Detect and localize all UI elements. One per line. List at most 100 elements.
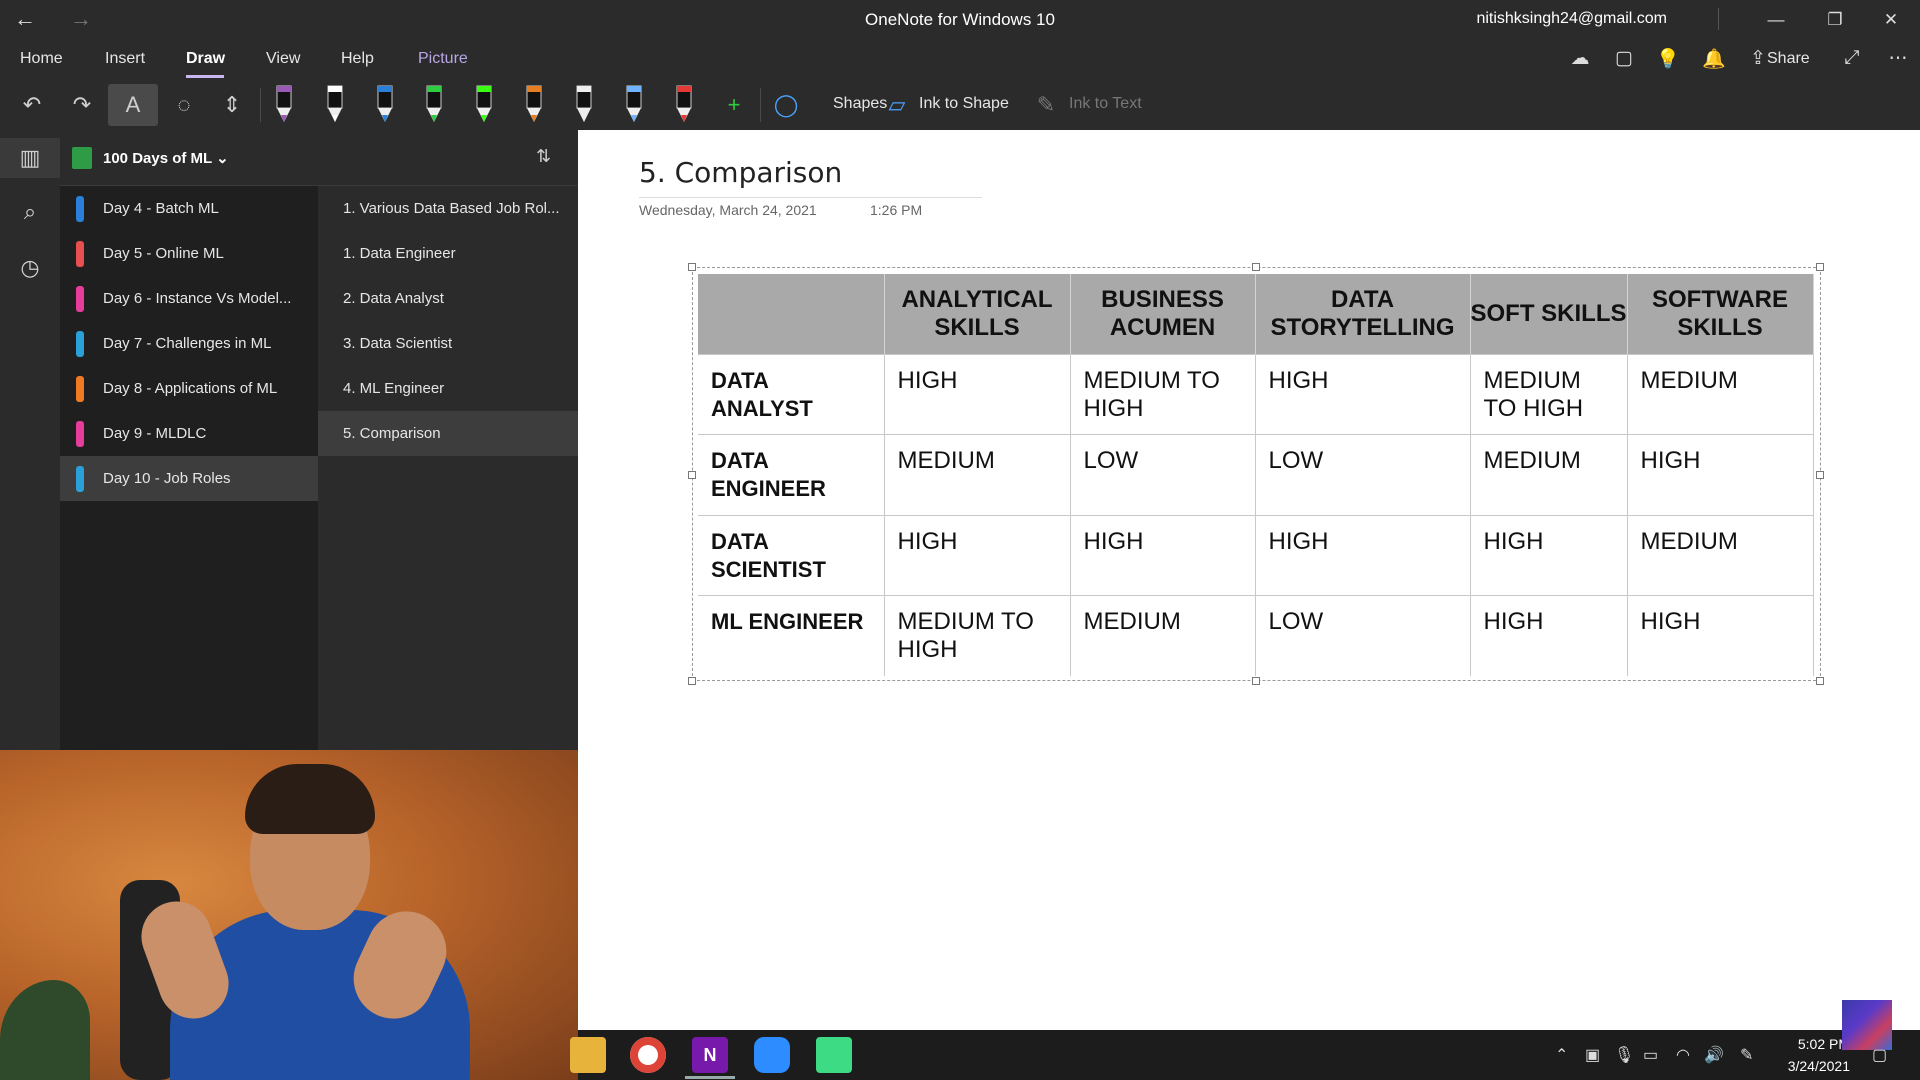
title-bar: ← → OneNote for Windows 10 nitishksingh2… (0, 0, 1920, 40)
page-label: 1. Various Data Based Job Rol... (343, 200, 560, 217)
clock-time[interactable]: 5:02 PM (1780, 1036, 1850, 1052)
minimize-button[interactable]: — (1753, 5, 1799, 35)
pen-tool[interactable] (422, 84, 446, 124)
bell-icon[interactable]: 🔔 (1700, 47, 1728, 73)
table-row: DATA SCIENTIST HIGH HIGH HIGH HIGH MEDIU… (698, 514, 1814, 596)
page-item[interactable]: 1. Various Data Based Job Rol... (318, 186, 578, 231)
table-header-cell: SOFTWARE SKILLS (1627, 274, 1814, 354)
type-select-icon[interactable]: A (108, 84, 158, 126)
tab-insert[interactable]: Insert (105, 50, 145, 68)
table-header-cell: SOFT SKILLS (1470, 274, 1628, 354)
pen-tool[interactable] (373, 84, 397, 124)
page-date: Wednesday, March 24, 2021 (639, 202, 817, 218)
section-item[interactable]: Day 6 - Instance Vs Model... (60, 276, 318, 321)
table-cell: HIGH (1254, 514, 1471, 596)
notebook-view-icon[interactable]: ▢ (1610, 47, 1638, 73)
notebook-name[interactable]: 100 Days of ML ⌄ (103, 149, 229, 167)
android-studio-icon[interactable] (816, 1037, 852, 1073)
resize-handle[interactable] (688, 471, 696, 479)
tab-help[interactable]: Help (341, 50, 374, 68)
microphone-icon[interactable]: 🎙 (1614, 1045, 1634, 1065)
battery-icon[interactable]: ▭ (1643, 1045, 1658, 1065)
section-item[interactable]: Day 10 - Job Roles (60, 456, 318, 501)
table-cell: HIGH (1626, 595, 1814, 676)
section-color-tab (76, 241, 84, 267)
redo-icon[interactable]: ↷ (66, 89, 98, 121)
fullscreen-icon[interactable]: ⤢ (1838, 47, 1866, 73)
add-space-icon[interactable]: ⇕ (216, 89, 248, 121)
page-item[interactable]: 5. Comparison (318, 411, 578, 456)
resize-handle[interactable] (688, 263, 696, 271)
page-item[interactable]: 1. Data Engineer (318, 231, 578, 276)
resize-handle[interactable] (688, 677, 696, 685)
page-title[interactable]: 5. Comparison (639, 156, 842, 189)
section-item[interactable]: Day 5 - Online ML (60, 231, 318, 276)
sort-pages-icon[interactable]: ⇅ (536, 146, 551, 167)
table-cell: MEDIUM TO HIGH (1469, 353, 1628, 435)
table-cell: MEDIUM (883, 434, 1071, 516)
tray-chevron-up-icon[interactable]: ⌃ (1555, 1045, 1568, 1065)
chrome-icon[interactable] (630, 1037, 666, 1073)
section-item[interactable]: Day 4 - Batch ML (60, 186, 318, 231)
tab-picture[interactable]: Picture (418, 50, 468, 68)
pen-tool[interactable] (272, 84, 296, 124)
clock-date[interactable]: 3/24/2021 (1770, 1058, 1850, 1074)
row-header-cell: ML ENGINEER (698, 595, 885, 676)
meet-now-icon[interactable]: ▣ (1585, 1045, 1600, 1065)
ink-to-shape-icon[interactable]: ▱ (881, 89, 913, 121)
pen-tool[interactable] (672, 84, 696, 124)
sync-icon[interactable]: ☁ (1566, 47, 1594, 73)
page-item[interactable]: 4. ML Engineer (318, 366, 578, 411)
lightbulb-icon[interactable]: 💡 (1654, 47, 1682, 73)
recent-clock-icon[interactable]: ◷ (14, 252, 46, 284)
shapes-button[interactable]: Shapes (833, 95, 887, 113)
ink-to-shape-button[interactable]: Ink to Shape (919, 95, 1009, 113)
section-item[interactable]: Day 8 - Applications of ML (60, 366, 318, 411)
tab-view[interactable]: View (266, 50, 300, 68)
tab-draw[interactable]: Draw (186, 50, 225, 68)
ink-to-text-icon: ✎ (1036, 92, 1056, 117)
search-icon[interactable]: ⌕ (14, 196, 46, 228)
pen-tool[interactable] (323, 84, 347, 124)
table-cell: MEDIUM (1626, 353, 1814, 435)
shapes-icon[interactable]: ◯ (770, 89, 802, 121)
zoom-icon[interactable] (754, 1037, 790, 1073)
pen-workspace-icon[interactable]: ✎ (1740, 1045, 1753, 1065)
section-item[interactable]: Day 9 - MLDLC (60, 411, 318, 456)
tab-home[interactable]: Home (20, 50, 63, 68)
resize-handle[interactable] (1816, 471, 1824, 479)
pen-tool[interactable] (622, 84, 646, 124)
page-label: 5. Comparison (343, 425, 441, 442)
resize-handle[interactable] (1252, 677, 1260, 685)
resize-handle[interactable] (1816, 263, 1824, 271)
table-header-cell: ANALYTICAL SKILLS (884, 274, 1071, 354)
notebooks-icon[interactable]: ▥ (14, 142, 46, 174)
section-label: Day 8 - Applications of ML (103, 380, 278, 397)
pen-tool[interactable] (522, 84, 546, 124)
section-item[interactable]: Day 7 - Challenges in ML (60, 321, 318, 366)
notifications-icon[interactable]: ▢ (1872, 1045, 1887, 1065)
pen-tool[interactable] (572, 84, 596, 124)
share-button[interactable]: Share (1767, 50, 1810, 68)
page-item[interactable]: 3. Data Scientist (318, 321, 578, 366)
table-cell: MEDIUM TO HIGH (1069, 353, 1256, 435)
resize-handle[interactable] (1816, 677, 1824, 685)
resize-handle[interactable] (1252, 263, 1260, 271)
close-button[interactable]: ✕ (1868, 5, 1914, 35)
more-icon[interactable]: ⋯ (1884, 47, 1912, 73)
restore-button[interactable]: ❐ (1812, 5, 1858, 35)
section-label: Day 10 - Job Roles (103, 470, 231, 487)
wifi-icon[interactable]: ◠ (1676, 1045, 1690, 1065)
page-item[interactable]: 2. Data Analyst (318, 276, 578, 321)
onenote-icon[interactable]: N (692, 1037, 728, 1073)
lasso-select-icon[interactable]: ◌ (168, 89, 200, 121)
chevron-down-icon[interactable]: ⌄ (216, 150, 229, 167)
section-label: Day 4 - Batch ML (103, 200, 219, 217)
volume-icon[interactable]: 🔊 (1704, 1045, 1724, 1065)
add-pen-icon[interactable]: + (718, 89, 750, 121)
title-rule (639, 197, 982, 198)
undo-icon[interactable]: ↶ (16, 89, 48, 121)
account-email[interactable]: nitishksingh24@gmail.com (1476, 10, 1667, 28)
pen-tool[interactable] (472, 84, 496, 124)
file-explorer-icon[interactable] (570, 1037, 606, 1073)
